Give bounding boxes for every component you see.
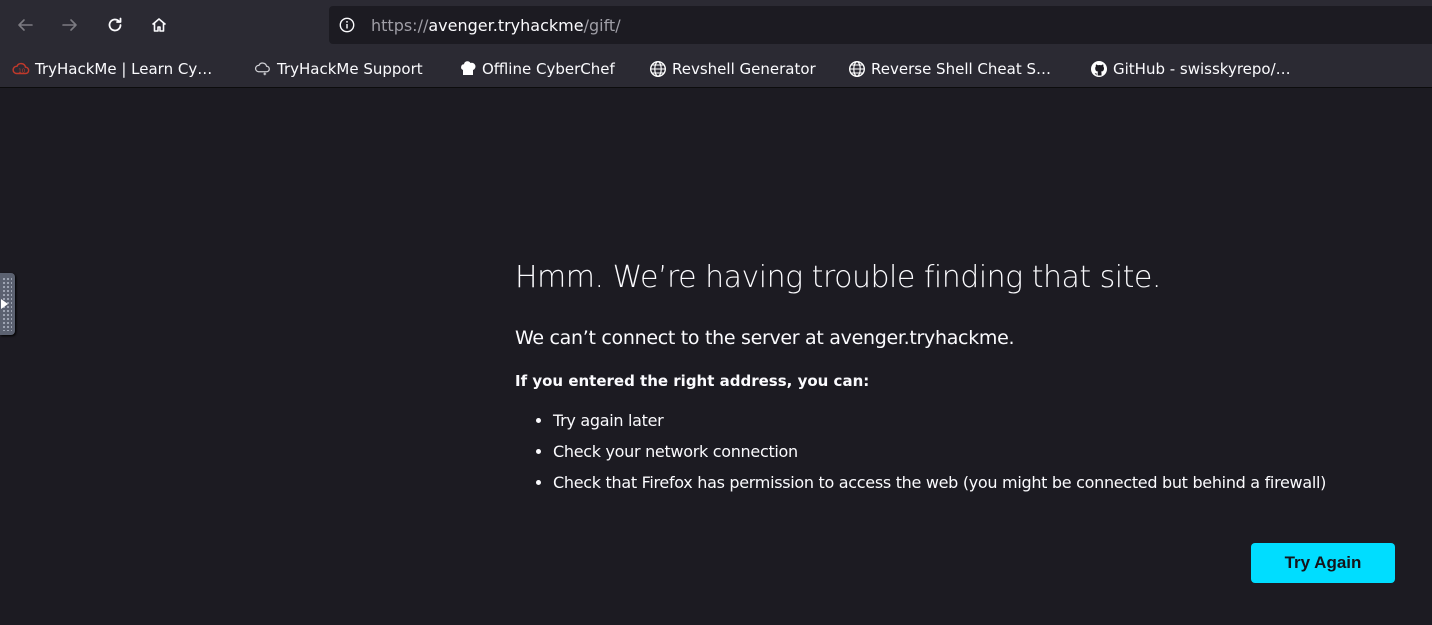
bookmark-github-swisskyrepo[interactable]: GitHub - swisskyrepo/… [1090,59,1291,79]
suggestion-list: Try again later Check your network conne… [515,405,1405,498]
chef-hat-icon [459,60,477,78]
url-text[interactable]: https://avenger.tryhackme/gift/ [371,16,621,35]
arrow-right-icon [62,19,77,31]
bookmarks-toolbar: 10 TryHackMe | Learn Cy… TryHackMe Suppo… [0,50,1432,88]
bookmark-offline-cyberchef[interactable]: Offline CyberChef [459,59,615,79]
bookmark-label: Reverse Shell Cheat S… [871,60,1051,78]
back-button[interactable] [10,10,40,40]
error-description: We can’t connect to the server at avenge… [515,327,1015,349]
url-bar[interactable]: https://avenger.tryhackme/gift/ [329,6,1432,44]
bookmark-label: Offline CyberChef [482,60,615,78]
home-button[interactable] [144,10,174,40]
url-path: /gift/ [583,15,621,35]
arrow-left-icon [18,19,33,31]
play-arrow-icon [1,299,8,309]
try-again-button[interactable]: Try Again [1251,543,1395,583]
url-host: avenger.tryhackme [428,15,584,35]
bookmark-label: GitHub - swisskyrepo/… [1113,60,1291,78]
globe-icon [848,60,866,78]
sidebar-expand-handle[interactable] [0,273,15,335]
bookmark-reverse-shell-cheat[interactable]: Reverse Shell Cheat S… [848,59,1051,79]
error-title: Hmm. We’re having trouble finding that s… [515,260,1161,295]
github-icon [1090,60,1108,78]
suggestion-item: Check that Firefox has permission to acc… [553,467,1405,498]
error-page: Hmm. We’re having trouble finding that s… [515,258,1405,498]
bookmark-label: TryHackMe | Learn Cy… [35,60,213,78]
url-scheme: https:// [371,15,429,35]
forward-button[interactable] [55,10,85,40]
error-subheading: If you entered the right address, you ca… [515,372,870,390]
tryhackme-cloud-icon: 10 [12,60,30,78]
bookmark-label: TryHackMe Support [277,60,423,78]
globe-icon [649,60,667,78]
bookmark-label: Revshell Generator [672,60,816,78]
suggestion-item: Try again later [553,405,1405,436]
reload-button[interactable] [100,10,130,40]
svg-text:10: 10 [18,69,25,75]
cloud-support-icon [254,60,272,78]
bookmark-revshell-generator[interactable]: Revshell Generator [649,59,816,79]
suggestion-item: Check your network connection [553,436,1405,467]
bookmark-tryhackme-support[interactable]: TryHackMe Support [254,59,423,79]
info-circle-icon[interactable] [339,17,355,33]
bookmark-tryhackme-learn[interactable]: 10 TryHackMe | Learn Cy… [12,59,212,79]
home-icon [151,18,167,32]
reload-icon [108,17,122,32]
navigation-toolbar: https://avenger.tryhackme/gift/ [0,0,1432,50]
